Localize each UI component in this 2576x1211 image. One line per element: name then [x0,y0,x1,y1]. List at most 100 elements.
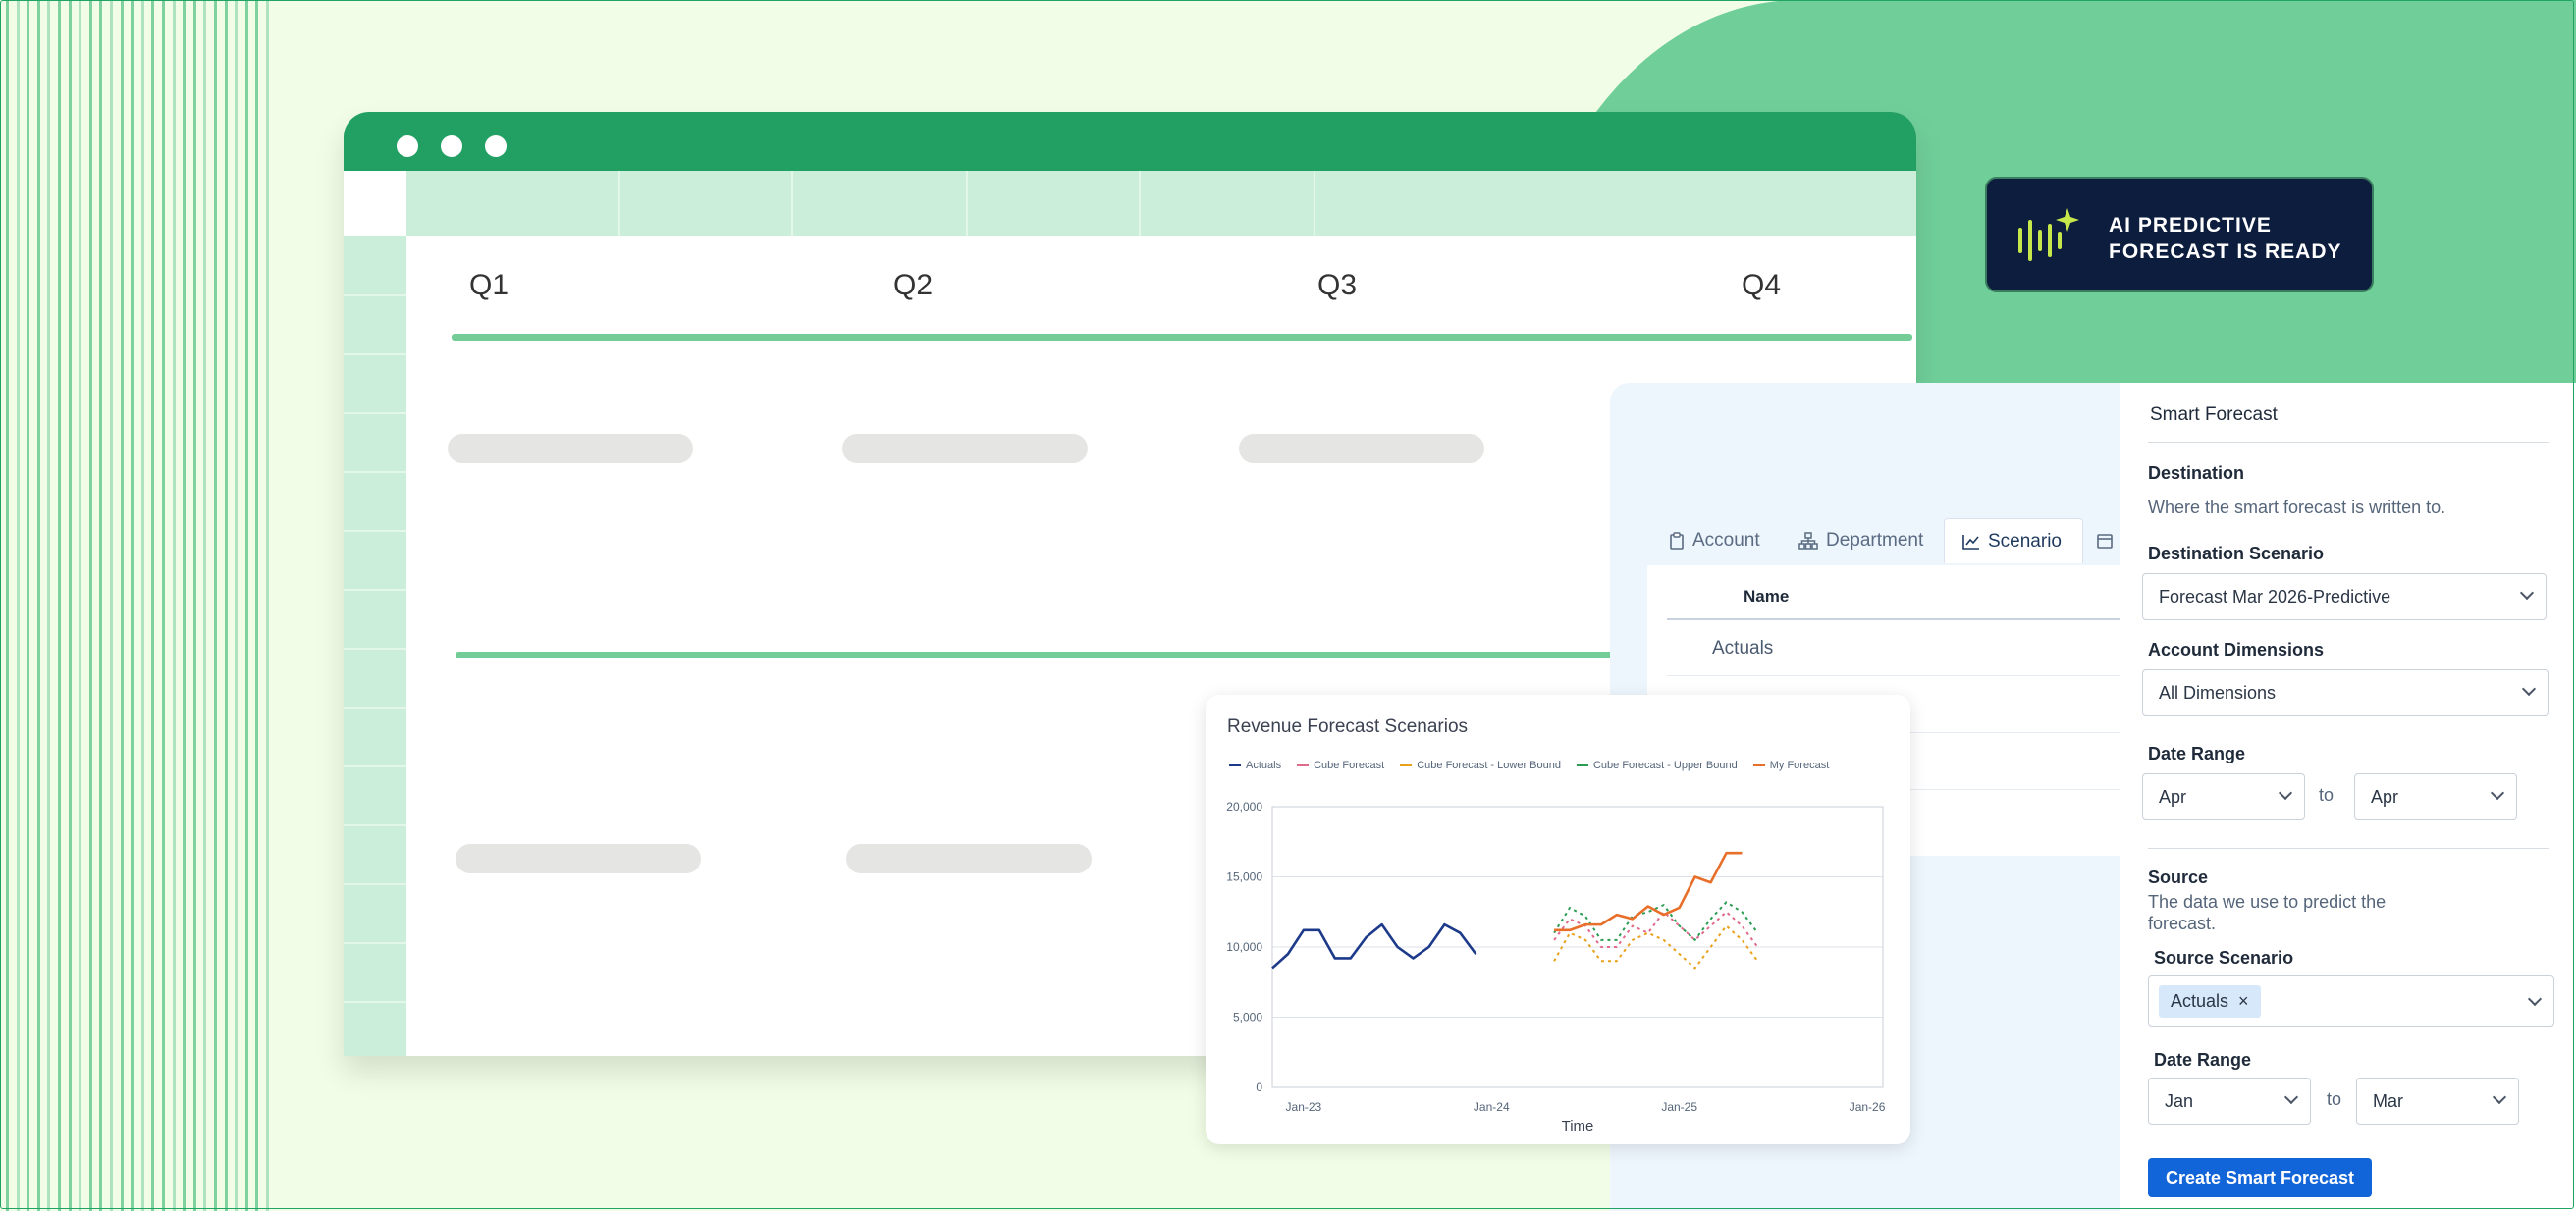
chart-plot: 0 5,000 10,000 15,000 20,000 Jan-23 Jan-24 Jan-… [1226,800,1886,1134]
row-header-divider [344,765,406,767]
destination-scenario-select[interactable]: Forecast Mar 2026-Predictive [2142,573,2547,620]
series-line-my-forecast[interactable] [1554,851,1743,932]
quarter-label-q3: Q3 [1317,269,1358,301]
source-date-to-select[interactable]: Mar [2356,1078,2519,1125]
clipboard-icon [1670,532,1684,550]
background-stripe [151,0,155,1211]
row-header-divider [344,648,406,650]
tab-account-label: Account [1692,530,1760,551]
background-stripe [172,0,176,1211]
background-stripe [36,0,40,1211]
legend-item[interactable]: Cube Forecast - Upper Bound [1576,760,1738,771]
quarter-label-q1: Q1 [469,269,510,301]
x-tick-label: Jan-25 [1661,1100,1697,1114]
table-row[interactable]: Actuals [1712,638,1773,659]
window-minimize-dot[interactable] [441,135,462,157]
column-header-name[interactable]: Name [1744,587,1789,606]
background-stripe [16,0,20,1211]
source-date-to-label: to [2327,1089,2342,1109]
tab-scenario[interactable]: Scenario [1944,518,2083,563]
y-tick-label: 5,000 [1233,1011,1262,1025]
placeholder-pill [846,844,1092,873]
destination-scenario-value: Forecast Mar 2026-Predictive [2159,586,2391,606]
date-range-to-select[interactable]: Apr [2354,773,2517,820]
destination-label: Destination [2148,463,2245,483]
legend-item[interactable]: Cube Forecast - Lower Bound [1400,760,1561,771]
row-divider [1667,675,2120,676]
legend-swatch [1400,764,1413,766]
revenue-forecast-chart-card: Revenue Forecast Scenarios Actuals Cube F… [1206,695,1910,1144]
chevron-down-icon [2492,1089,2507,1105]
background-stripe [224,0,228,1211]
background-stripe [255,0,259,1211]
legend-label: Cube Forecast [1314,760,1385,771]
legend-swatch [1752,764,1765,766]
row-header-divider [344,1001,406,1003]
x-tick-label: Jan-24 [1474,1100,1510,1114]
chip-remove-icon[interactable]: × [2238,991,2249,1012]
legend-swatch [1297,764,1310,766]
panel-divider [2148,442,2549,443]
x-tick-label: Jan-23 [1286,1100,1322,1114]
legend-label: My Forecast [1769,760,1830,771]
org-chart-icon [1798,532,1818,550]
source-date-range-label: Date Range [2154,1050,2252,1070]
date-range-from-select[interactable]: Apr [2142,773,2305,820]
tab-account[interactable]: Account [1669,518,1760,563]
chevron-down-icon [2278,785,2293,801]
chart-title: Revenue Forecast Scenarios [1227,716,1469,737]
window-maximize-dot[interactable] [485,135,507,157]
chart-legend: Actuals Cube Forecast Cube Forecast - Lowe… [1229,760,1829,771]
background-stripe [131,0,134,1211]
date-from-value: Apr [2159,786,2187,807]
y-tick-label: 20,000 [1226,800,1262,814]
series-line-actuals[interactable] [1271,922,1477,970]
section-divider [2148,848,2549,849]
x-tick-label: Jan-26 [1850,1100,1886,1114]
window-close-dot[interactable] [397,135,418,157]
placeholder-pill [1239,434,1484,463]
series-line-cube-forecast[interactable] [1553,911,1759,948]
destination-scenario-label: Destination Scenario [2148,544,2325,563]
sparkle-waveform-icon [2018,208,2079,261]
account-dimensions-select[interactable]: All Dimensions [2142,669,2549,716]
source-date-from-value: Jan [2165,1090,2194,1111]
date-to-value: Apr [2371,786,2399,807]
background-stripe [88,0,92,1211]
badge-text: AI PREDICTIVE FORECAST IS READY [2109,212,2342,265]
header-divider [1667,618,2120,620]
source-scenario-select[interactable]: Actuals × [2148,975,2554,1027]
divider-line [452,334,1912,341]
legend-item[interactable]: My Forecast [1752,760,1830,771]
create-smart-forecast-button[interactable]: Create Smart Forecast [2148,1158,2372,1197]
series-line-cube-forecast-upper-bound[interactable] [1553,901,1759,941]
legend-item[interactable]: Cube Forecast [1297,760,1384,771]
source-scenario-label: Source Scenario [2154,948,2294,968]
placeholder-pill [842,434,1088,463]
tab-time[interactable] [2097,518,2113,563]
chevron-down-icon [2490,785,2505,801]
chevron-down-icon [2521,681,2537,697]
source-description-line-2: forecast. [2148,914,2217,933]
y-tick-label: 0 [1256,1080,1262,1094]
badge-line-1: AI PREDICTIVE [2109,214,2272,237]
tab-department[interactable]: Department [1798,518,1923,563]
legend-label: Cube Forecast - Upper Bound [1592,760,1738,771]
tab-scenario-label: Scenario [1988,530,2062,552]
placeholder-pill [456,844,701,873]
legend-label: Actuals [1246,760,1282,771]
background-stripe [235,0,239,1211]
row-header-divider [344,294,406,296]
background-stripe [99,0,103,1211]
background-stripe [110,0,113,1211]
tab-department-label: Department [1826,530,1924,551]
smart-forecast-panel: Smart Forecast Destination Where the sma… [2120,383,2576,1211]
row-header-divider [344,883,406,885]
background-stripe [192,0,196,1211]
quarter-label-q2: Q2 [893,269,934,301]
legend-item[interactable]: Actuals [1229,760,1281,771]
source-date-from-select[interactable]: Jan [2148,1078,2311,1125]
row-header-divider [344,353,406,355]
sheet-corner [344,171,406,236]
background-stripe [58,0,61,1211]
